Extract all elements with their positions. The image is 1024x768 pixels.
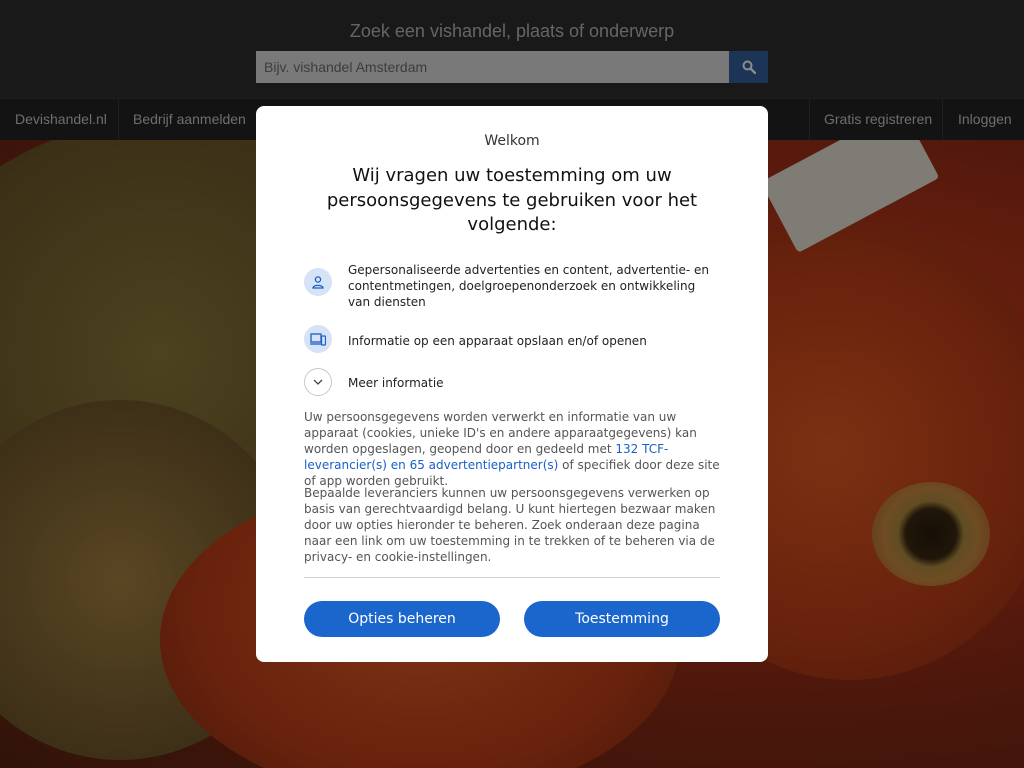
- more-info-toggle[interactable]: Meer informatie: [304, 368, 720, 398]
- person-icon: [304, 268, 332, 296]
- dialog-heading: Wij vragen uw toestemming om uw persoons…: [326, 165, 698, 235]
- dialog-welcome: Welkom: [484, 133, 540, 149]
- consent-button[interactable]: Toestemming: [524, 601, 720, 637]
- manage-options-button[interactable]: Opties beheren: [304, 601, 500, 637]
- more-info-label[interactable]: Meer informatie: [348, 375, 720, 391]
- devices-icon: [304, 325, 332, 353]
- purpose-item: Gepersonaliseerde advertenties en conten…: [304, 262, 720, 312]
- chevron-down-icon[interactable]: [304, 368, 332, 396]
- legitimate-interest-paragraph: Bepaalde leveranciers kunnen uw persoons…: [304, 486, 716, 564]
- purpose-text: Informatie op een apparaat opslaan en/of…: [348, 334, 647, 348]
- purpose-text: Gepersonaliseerde advertenties en conten…: [348, 263, 709, 309]
- purpose-item: Informatie op een apparaat opslaan en/of…: [304, 325, 720, 355]
- consent-paragraph: Uw persoonsgegevens worden verwerkt en i…: [304, 409, 720, 489]
- consent-dialog: Welkom Wij vragen uw toestemming om uw p…: [256, 106, 768, 662]
- divider: [304, 577, 720, 578]
